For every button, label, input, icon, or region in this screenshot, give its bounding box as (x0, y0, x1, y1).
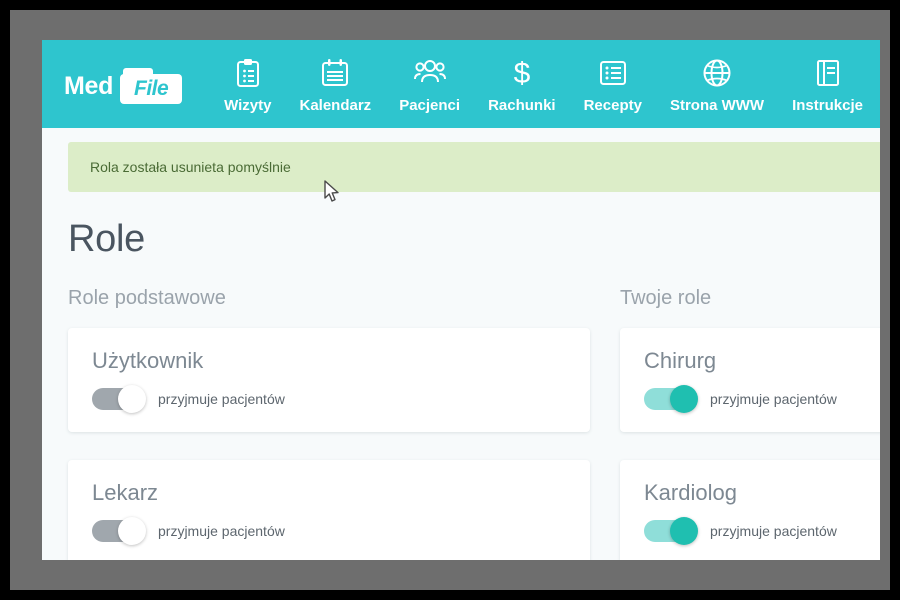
role-toggle-row: przyjmuje pacjentów (644, 517, 880, 545)
nav-label: Recepty (583, 97, 642, 114)
clipboard-icon (235, 56, 261, 90)
toggle-knob (118, 517, 146, 545)
role-card[interactable]: Chirurg przyjmuje pacjentów (620, 328, 880, 432)
accepts-patients-toggle[interactable] (644, 385, 698, 413)
toggle-label: przyjmuje pacjentów (710, 523, 837, 539)
role-name: Chirurg (644, 348, 717, 373)
logo-text-file: File (134, 77, 169, 100)
users-icon (413, 56, 446, 90)
globe-icon (702, 56, 732, 90)
page-content: Med File Wizyty Kalendarz Pacjenci $ Rac… (42, 40, 880, 560)
success-alert: Rola została usunieta pomyślnie (68, 142, 880, 192)
column-twoje-role: Twoje role Chirurg przyjmuje pacjentów K… (620, 287, 880, 560)
role-card[interactable]: Kardiolog przyjmuje pacjentów (620, 460, 880, 560)
nav-item-instrukcje[interactable]: Instrukcje (778, 56, 877, 114)
book-icon (815, 56, 841, 90)
column-title: Role podstawowe (68, 287, 226, 309)
role-toggle-row: przyjmuje pacjentów (92, 385, 566, 413)
nav-items: Wizyty Kalendarz Pacjenci $ Rachunki Rec… (210, 56, 877, 114)
screen: Med File Wizyty Kalendarz Pacjenci $ Rac… (0, 0, 900, 600)
toggle-knob (670, 517, 698, 545)
page-title: Role (68, 218, 145, 260)
role-name: Lekarz (92, 480, 159, 505)
nav-label: Instrukcje (792, 97, 863, 114)
nav-label: Wizyty (224, 97, 272, 114)
accepts-patients-toggle[interactable] (92, 517, 146, 545)
app-logo[interactable]: Med File (64, 66, 183, 106)
roles-columns: Role podstawowe Użytkownik przyjmuje pac… (42, 287, 880, 560)
role-name: Kardiolog (644, 480, 737, 505)
column-title: Twoje role (620, 287, 712, 309)
nav-label: Pacjenci (399, 97, 461, 114)
nav-label: Strona WWW (669, 97, 765, 114)
toggle-label: przyjmuje pacjentów (710, 391, 837, 407)
accepts-patients-toggle[interactable] (644, 517, 698, 545)
toggle-label: przyjmuje pacjentów (158, 523, 285, 539)
nav-item-pacjenci[interactable]: Pacjenci (385, 56, 474, 114)
role-toggle-row: przyjmuje pacjentów (92, 517, 566, 545)
list-icon (599, 56, 627, 90)
role-toggle-row: przyjmuje pacjentów (644, 385, 880, 413)
nav-label: Rachunki (488, 97, 556, 114)
svg-text:$: $ (513, 57, 530, 89)
role-card[interactable]: Lekarz przyjmuje pacjentów (68, 460, 590, 560)
nav-item-wizyty[interactable]: Wizyty (210, 56, 285, 114)
column-role-podstawowe: Role podstawowe Użytkownik przyjmuje pac… (68, 287, 590, 560)
accepts-patients-toggle[interactable] (92, 385, 146, 413)
nav-item-strona-www[interactable]: Strona WWW (656, 56, 778, 114)
role-card[interactable]: Użytkownik przyjmuje pacjentów (68, 328, 590, 432)
logo-text-med: Med (64, 71, 114, 100)
nav-item-kalendarz[interactable]: Kalendarz (285, 56, 385, 114)
nav-label: Kalendarz (299, 97, 372, 114)
role-name: Użytkownik (92, 348, 204, 373)
device-frame: Med File Wizyty Kalendarz Pacjenci $ Rac… (10, 10, 890, 590)
folder-icon: File (120, 68, 183, 104)
browser-viewport: Med File Wizyty Kalendarz Pacjenci $ Rac… (42, 40, 880, 560)
toggle-knob (118, 385, 146, 413)
dollar-icon: $ (511, 56, 533, 90)
top-navbar: Med File Wizyty Kalendarz Pacjenci $ Rac… (42, 40, 880, 128)
nav-item-recepty[interactable]: Recepty (570, 56, 656, 114)
alert-message: Rola została usunieta pomyślnie (90, 159, 291, 175)
toggle-knob (670, 385, 698, 413)
toggle-label: przyjmuje pacjentów (158, 391, 285, 407)
nav-item-rachunki[interactable]: $ Rachunki (474, 56, 570, 114)
calendar-icon (321, 56, 349, 90)
